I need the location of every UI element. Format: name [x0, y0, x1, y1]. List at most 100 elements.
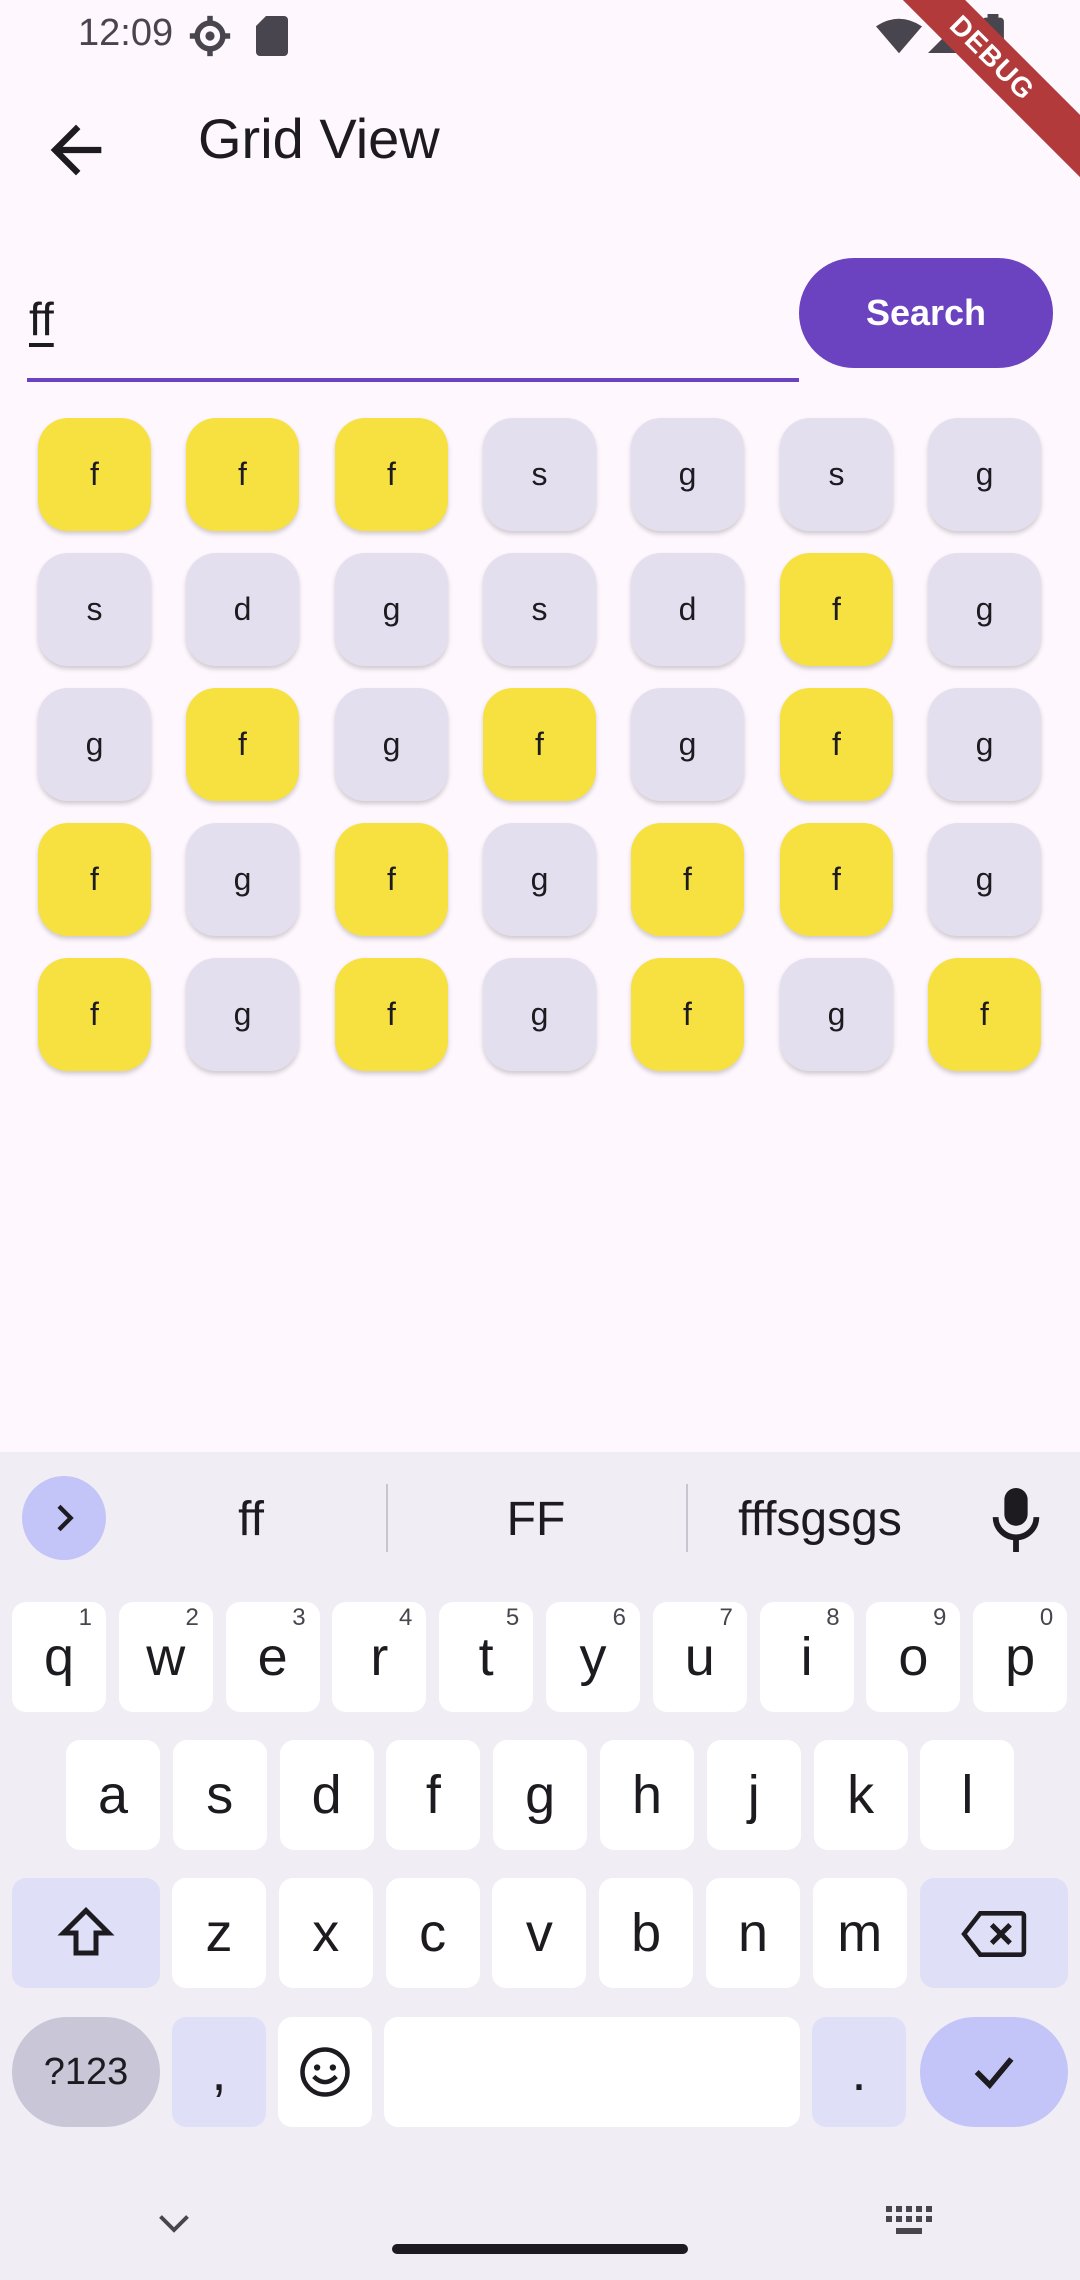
grid-cell-highlighted[interactable]: f — [928, 958, 1041, 1071]
key-l[interactable]: l — [920, 1740, 1015, 1850]
key-x[interactable]: x — [278, 1878, 373, 1988]
keyboard-icon[interactable] — [884, 2204, 932, 2238]
grid-cell-highlighted[interactable]: f — [38, 823, 151, 936]
key-a[interactable]: a — [66, 1740, 160, 1850]
key-u[interactable]: u7 — [652, 1602, 747, 1712]
mic-icon[interactable] — [992, 1488, 1040, 1552]
key-r[interactable]: r4 — [332, 1602, 427, 1712]
chevron-down-icon[interactable] — [156, 2212, 192, 2236]
grid-cell[interactable]: s — [38, 553, 151, 666]
key-j[interactable]: j — [706, 1740, 801, 1850]
key-t[interactable]: t5 — [439, 1602, 534, 1712]
grid-cell-highlighted[interactable]: f — [483, 688, 596, 801]
grid-cell[interactable]: g — [483, 823, 596, 936]
key-label: p — [1005, 1627, 1036, 1687]
navigation-bar — [0, 2160, 1080, 2280]
grid-cell[interactable]: g — [928, 688, 1041, 801]
key-label: i — [800, 1627, 813, 1687]
status-bar: 12:09 DEBUG — [0, 0, 1080, 180]
key-n[interactable]: n — [706, 1878, 800, 1988]
grid-cell[interactable]: s — [483, 553, 596, 666]
shift-icon — [57, 1906, 115, 1956]
key-d[interactable]: d — [279, 1740, 374, 1850]
home-handle[interactable] — [392, 2244, 688, 2254]
keyboard: ff FF fffsgsgs q1w2e3r4t5y6u7i8o9p0 asdf… — [0, 1452, 1080, 2280]
backspace-key[interactable] — [920, 1878, 1068, 1988]
grid-cell[interactable]: g — [483, 958, 596, 1071]
grid-cell-highlighted[interactable]: f — [38, 958, 151, 1071]
key-k[interactable]: k — [813, 1740, 908, 1850]
grid-cell-highlighted[interactable]: f — [335, 418, 448, 531]
comma-key[interactable]: , — [172, 2017, 266, 2127]
key-hint: 2 — [185, 1604, 199, 1631]
grid-cell-highlighted[interactable]: f — [335, 823, 448, 936]
settings-icon — [189, 15, 231, 57]
key-q[interactable]: q1 — [12, 1602, 106, 1712]
shift-key[interactable] — [12, 1878, 160, 1988]
grid-cell-highlighted[interactable]: f — [186, 418, 299, 531]
key-f[interactable]: f — [386, 1740, 481, 1850]
space-key[interactable] — [384, 2017, 800, 2127]
grid-cell[interactable]: g — [928, 823, 1041, 936]
grid-cell-highlighted[interactable]: f — [631, 823, 744, 936]
key-w[interactable]: w2 — [118, 1602, 213, 1712]
key-label: o — [898, 1627, 929, 1687]
grid-cell[interactable]: g — [186, 823, 299, 936]
suggestion-strip: ff FF fffsgsgs — [0, 1452, 1080, 1584]
key-z[interactable]: z — [172, 1878, 266, 1988]
page-title: Grid View — [198, 107, 440, 170]
grid-cell[interactable]: g — [928, 553, 1041, 666]
grid-cell[interactable]: g — [38, 688, 151, 801]
key-h[interactable]: h — [600, 1740, 694, 1850]
key-g[interactable]: g — [493, 1740, 588, 1850]
key-v[interactable]: v — [492, 1878, 587, 1988]
key-label: e — [257, 1627, 288, 1687]
key-s[interactable]: s — [172, 1740, 267, 1850]
key-label: w — [146, 1627, 186, 1687]
back-arrow-icon[interactable] — [38, 112, 114, 188]
key-label: q — [43, 1627, 75, 1687]
emoji-key[interactable] — [278, 2017, 372, 2127]
grid-cell[interactable]: s — [780, 418, 893, 531]
key-i[interactable]: i8 — [759, 1602, 854, 1712]
grid-cell-highlighted[interactable]: f — [631, 958, 744, 1071]
grid-cell[interactable]: g — [631, 418, 744, 531]
suggestion-3[interactable]: fffsgsgs — [710, 1492, 930, 1547]
key-p[interactable]: p0 — [973, 1602, 1068, 1712]
grid-cell[interactable]: g — [335, 553, 448, 666]
key-label: r — [370, 1627, 389, 1687]
grid-cell[interactable]: g — [631, 688, 744, 801]
key-e[interactable]: e3 — [225, 1602, 320, 1712]
key-hint: 9 — [933, 1604, 947, 1631]
grid-cell[interactable]: d — [631, 553, 744, 666]
grid-cell[interactable]: g — [335, 688, 448, 801]
enter-key[interactable] — [920, 2017, 1068, 2127]
grid-cell[interactable]: g — [186, 958, 299, 1071]
backspace-icon — [961, 1911, 1027, 1957]
suggestion-2[interactable]: FF — [456, 1492, 616, 1547]
key-hint: 1 — [78, 1604, 92, 1631]
grid-cell-highlighted[interactable]: f — [780, 688, 893, 801]
key-y[interactable]: y6 — [546, 1602, 640, 1712]
grid-cell[interactable]: g — [928, 418, 1041, 531]
search-input[interactable]: ff — [27, 270, 799, 382]
grid-cell-highlighted[interactable]: f — [780, 553, 893, 666]
period-key[interactable]: . — [812, 2017, 906, 2127]
search-button[interactable]: Search — [799, 258, 1053, 368]
grid-cell-highlighted[interactable]: f — [38, 418, 151, 531]
grid-cell-highlighted[interactable]: f — [335, 958, 448, 1071]
chevron-right-icon — [57, 1504, 74, 1532]
key-o[interactable]: o9 — [866, 1602, 961, 1712]
key-c[interactable]: c — [385, 1878, 480, 1988]
expand-suggestions-button[interactable] — [22, 1476, 106, 1560]
key-m[interactable]: m — [812, 1878, 907, 1988]
grid-cell[interactable]: g — [780, 958, 893, 1071]
key-b[interactable]: b — [599, 1878, 694, 1988]
symbols-key[interactable]: ?123 — [12, 2017, 160, 2127]
grid-cell[interactable]: s — [483, 418, 596, 531]
sd-card-icon — [256, 16, 288, 56]
suggestion-1[interactable]: ff — [166, 1492, 336, 1547]
grid-cell-highlighted[interactable]: f — [780, 823, 893, 936]
grid-cell[interactable]: d — [186, 553, 299, 666]
grid-cell-highlighted[interactable]: f — [186, 688, 299, 801]
